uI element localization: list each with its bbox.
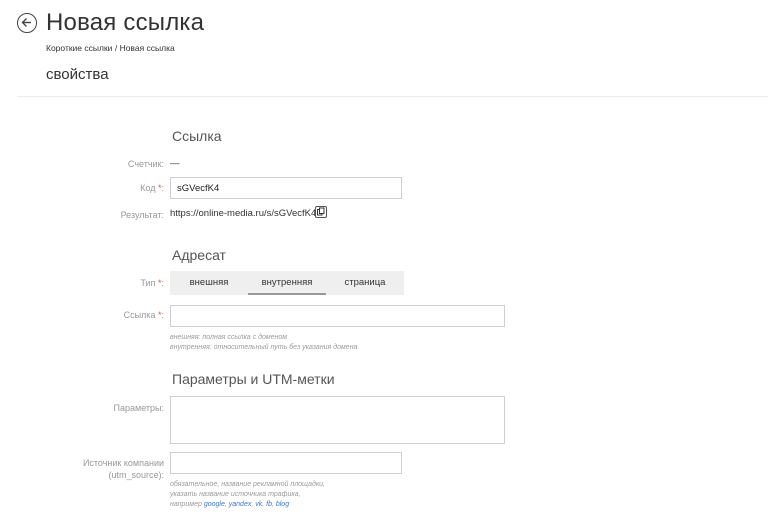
code-input[interactable] [170, 177, 402, 199]
params-textarea[interactable] [170, 396, 505, 444]
label-colon: : [161, 310, 164, 320]
counter-label: Счетчик: [127, 159, 164, 169]
utm-example-google[interactable]: google [204, 501, 225, 508]
breadcrumb-link-short-links[interactable]: Короткие ссылки [46, 43, 112, 53]
back-arrow-circle-icon [21, 18, 31, 27]
result-label: Результат: [120, 210, 164, 220]
tab-external[interactable]: внешняя [170, 271, 248, 295]
group-title-link: Ссылка [172, 128, 222, 144]
target-link-hint: внешняя: полная ссылка с доменом внутрен… [170, 333, 357, 353]
header-divider [17, 96, 768, 97]
target-link-label-text: Ссылка [123, 310, 156, 320]
label-colon: : [161, 183, 164, 193]
params-label: Параметры: [113, 403, 164, 413]
utm-hint-prefix: например [170, 501, 202, 508]
utm-source-label-line1: Источник компании [82, 458, 164, 468]
utm-hint-line2: указать название источника трафика, [170, 491, 301, 498]
label-colon: : [161, 278, 164, 288]
copy-button[interactable] [315, 206, 327, 218]
breadcrumb-current: Новая ссылка [119, 43, 175, 53]
utm-source-hint: обязательное, название рекламной площадк… [170, 480, 325, 510]
copy-icon [317, 207, 325, 216]
code-label-text: Код [140, 183, 156, 193]
utm-source-input[interactable] [170, 452, 402, 474]
back-button[interactable] [17, 13, 37, 33]
target-link-label: Ссылка *: [124, 309, 164, 321]
section-heading: свойства [46, 66, 109, 83]
breadcrumb: Короткие ссылки / Новая ссылка [46, 43, 175, 53]
target-link-input[interactable] [170, 305, 505, 327]
group-title-params: Параметры и UTM-метки [172, 371, 335, 387]
utm-source-label-line2: (utm_source): [108, 470, 164, 480]
utm-example-blog[interactable]: blog [276, 501, 289, 508]
hint-internal: внутренняя: относительный путь без указа… [170, 344, 358, 351]
tab-internal[interactable]: внутренняя [248, 271, 326, 295]
result-value: https://online-media.ru/s/sGVecfK4/ [170, 208, 319, 219]
utm-example-yandex[interactable]: yandex [229, 501, 252, 508]
type-label-text: Тип [140, 278, 156, 288]
counter-value: — [170, 158, 180, 169]
type-tabs: внешняя внутренняя страница [170, 271, 404, 295]
breadcrumb-separator: / [114, 43, 118, 53]
group-title-target: Адресат [172, 247, 226, 263]
type-label: Тип *: [140, 277, 164, 289]
hint-external: внешняя: полная ссылка с доменом [170, 334, 288, 341]
page-title: Новая ссылка [46, 9, 205, 36]
code-label: Код *: [140, 182, 164, 194]
tab-page[interactable]: страница [326, 271, 404, 295]
utm-source-label: Источник компании (utm_source): [83, 457, 164, 481]
utm-hint-line1: обязательное, название рекламной площадк… [170, 481, 325, 488]
utm-hint-line3: например google, yandex, vk, fb, blog [170, 500, 325, 510]
